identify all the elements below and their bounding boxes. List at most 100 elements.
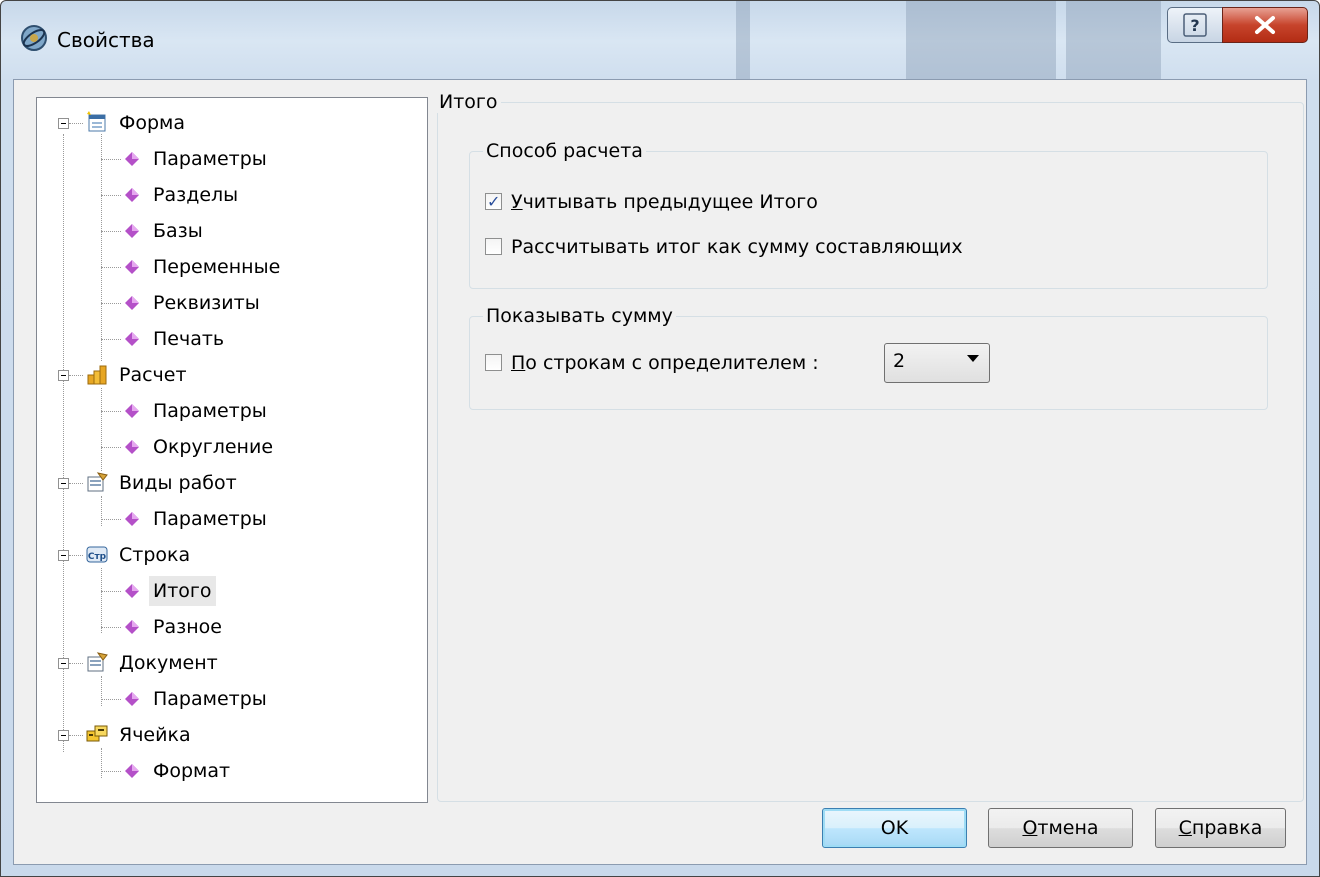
cell-icon [86,725,108,742]
tree-leaf-label: Итого [149,576,216,606]
tree-category-label: Ячейка [119,724,191,746]
collapse-icon[interactable] [58,550,69,561]
tree-node-leaf[interactable]: Параметры [37,684,427,714]
tree-leaf-label: Переменные [153,256,281,278]
tree-node-forma[interactable]: Форма [37,108,427,138]
tree-line [101,159,121,160]
label-rest: правка [1191,817,1263,839]
tree-line [101,339,121,340]
title-bar[interactable]: Свойства ? [1,1,1319,79]
determinant-combo[interactable]: 2 [884,343,990,383]
tree-line [101,267,121,268]
collapse-icon[interactable] [58,658,69,669]
sum-components-checkbox[interactable] [485,238,502,255]
tree-node-leaf[interactable]: Параметры [37,396,427,426]
gem-icon [125,224,139,238]
tree-line [101,627,121,628]
tree-node-leaf[interactable]: Реквизиты [37,288,427,318]
tree-node-leaf-selected[interactable]: Итого [37,576,427,606]
collapse-icon[interactable] [58,478,69,489]
tree-node-dokument[interactable]: Документ [37,648,427,678]
gem-icon [125,692,139,706]
tree-line [101,519,121,520]
tree-category-label: Документ [119,652,218,674]
gem-icon [125,260,139,274]
gem-icon [125,764,139,778]
tree-line [69,555,83,556]
by-rows-checkbox[interactable] [485,354,502,371]
use-previous-total-option[interactable]: Учитывать предыдущее Итого [485,189,1085,215]
gem-icon [125,152,139,166]
collapse-icon[interactable] [58,118,69,129]
tree-category-label: Расчет [119,364,187,386]
tree-node-raschet[interactable]: Расчет [37,360,427,390]
tree-leaf-label: Базы [153,220,203,242]
tree-node-leaf[interactable]: Параметры [37,144,427,174]
tree-node-leaf[interactable]: Переменные [37,252,427,282]
label-rest: читывать предыдущее Итого [522,191,818,213]
mnemonic: С [1178,817,1192,839]
panel-title: Итого [436,91,501,113]
tree-node-leaf[interactable]: Параметры [37,504,427,534]
tree-leaf-label: Печать [153,328,225,350]
form-icon [87,111,106,132]
gem-icon [125,404,139,418]
tree-leaf-label: Параметры [153,400,267,422]
by-rows-label: По строкам с определителем : [511,350,819,376]
tree-leaf-label: Реквизиты [153,292,260,314]
tree-line [101,411,121,412]
itogo-panel: Итого Способ расчета Учитывать предыдуще… [436,91,1304,802]
tree-leaf-label: Разделы [153,184,239,206]
sum-components-option[interactable]: Рассчитывать итог как сумму составляющих [485,234,1185,260]
mnemonic: О [1022,817,1038,839]
show-sum-title: Показывать сумму [483,305,676,327]
calc-method-group: Способ расчета Учитывать предыдущее Итог… [469,140,1268,289]
tree-node-vidy-rabot[interactable]: Виды работ [37,468,427,498]
settings-tree[interactable]: Форма Параметры Разделы Базы Переменные [36,97,428,803]
help-caption-button[interactable]: ? [1167,7,1223,43]
by-rows-option[interactable]: По строкам с определителем : [485,350,865,376]
tree-leaf-label: Округление [153,436,274,458]
tree-category-label: Строка [119,544,191,566]
svg-text:Стр: Стр [88,552,107,562]
tree-line [69,375,83,376]
close-icon [1255,16,1275,34]
label-rest: о строкам с определителем : [525,352,819,374]
tree-line [101,699,121,700]
sum-components-label: Рассчитывать итог как сумму составляющих [511,236,963,258]
tree-node-leaf[interactable]: Формат [37,756,427,786]
cancel-button[interactable]: Отмена [988,808,1133,848]
tree-node-leaf[interactable]: Базы [37,216,427,246]
dropdown-arrow-icon [967,355,979,362]
gem-icon [125,332,139,346]
gem-icon [125,440,139,454]
question-icon: ? [1183,13,1207,37]
tree-node-leaf[interactable]: Разделы [37,180,427,210]
tree-node-leaf[interactable]: Округление [37,432,427,462]
collapse-icon[interactable] [58,370,69,381]
work-types-icon [87,472,108,492]
tree-line [69,123,83,124]
tree-node-stroka[interactable]: Стр Строка [37,540,427,570]
gem-icon [125,296,139,310]
tree-node-leaf[interactable]: Разное [37,612,427,642]
show-sum-group: Показывать сумму По строкам с определите… [469,305,1268,410]
use-previous-total-label: Учитывать предыдущее Итого [511,189,818,215]
tree-leaf-label: Параметры [153,508,267,530]
calc-coins-icon [87,365,107,385]
help-button[interactable]: Справка [1155,808,1286,848]
collapse-icon[interactable] [58,730,69,741]
mnemonic: У [511,191,523,213]
tree-line [101,231,121,232]
tree-leaf-label: Параметры [153,148,267,170]
row-str-icon: Стр [86,546,108,563]
window-title: Свойства [57,28,155,52]
tree-node-leaf[interactable]: Печать [37,324,427,354]
tree-line [101,447,121,448]
app-icon [21,25,47,51]
tree-line [69,735,83,736]
tree-node-yacheika[interactable]: Ячейка [37,720,427,750]
close-caption-button[interactable] [1222,7,1308,43]
ok-button[interactable]: OK [822,808,967,848]
use-previous-total-checkbox[interactable] [485,189,502,215]
